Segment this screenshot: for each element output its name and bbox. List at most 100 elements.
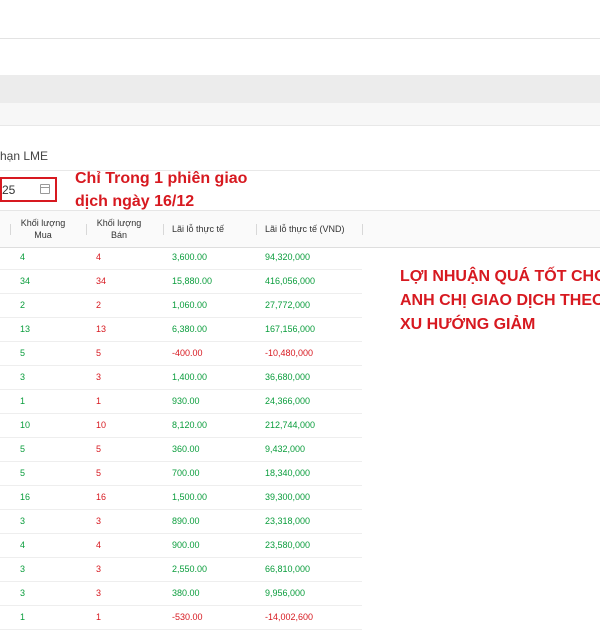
realized-pl-cell: 2,550.00: [172, 564, 208, 574]
table-row[interactable]: 3 3 2,550.00 66,810,000: [0, 558, 362, 582]
table-row[interactable]: 5 5 -400.00 -10,480,000: [0, 342, 362, 366]
table-row[interactable]: 34 34 15,880.00 416,056,000: [0, 270, 362, 294]
table-row[interactable]: 13 13 6,380.00 167,156,000: [0, 318, 362, 342]
table-row[interactable]: 1 1 930.00 24,366,000: [0, 390, 362, 414]
header-realized-pl[interactable]: Lãi lỗ thực tế: [172, 211, 224, 247]
table-row[interactable]: 3 3 380.00 9,956,000: [0, 582, 362, 606]
realized-pl-vnd-cell: -14,002,600: [265, 612, 314, 622]
realized-pl-vnd-cell: 18,340,000: [265, 468, 311, 478]
calendar-icon[interactable]: [40, 184, 50, 194]
commodity-filter-label[interactable]: hạn LME: [0, 149, 48, 163]
buy-qty-cell: 4: [20, 540, 26, 550]
sell-qty-cell: 10: [96, 420, 107, 430]
buy-qty-cell: 5: [20, 468, 26, 478]
header-sell-qty-line2: Bán: [110, 230, 127, 240]
realized-pl-vnd-cell: 23,580,000: [265, 540, 311, 550]
sell-qty-cell: 1: [96, 612, 102, 622]
buy-qty-cell: 1: [20, 396, 26, 406]
buy-qty-cell: 13: [20, 324, 31, 334]
realized-pl-vnd-cell: 9,432,000: [265, 444, 306, 454]
table-row[interactable]: 1 1 -530.00 -14,002,600: [0, 606, 362, 630]
realized-pl-vnd-cell: 9,956,000: [265, 588, 306, 598]
sell-qty-cell: 2: [96, 300, 102, 310]
column-separator: [163, 224, 164, 235]
realized-pl-vnd-cell: 66,810,000: [265, 564, 311, 574]
realized-pl-cell: 1,060.00: [172, 300, 208, 310]
buy-qty-cell: 16: [20, 492, 31, 502]
realized-pl-cell: 890.00: [172, 516, 200, 526]
sell-qty-cell: 1: [96, 396, 102, 406]
profit-note: LỢI NHUẬN QUÁ TỐT CHO ANH CHỊ GIAO DỊCH …: [400, 265, 600, 337]
column-separator: [256, 224, 257, 235]
table-row[interactable]: 4 4 3,600.00 94,320,000: [0, 246, 362, 270]
buy-qty-cell: 4: [20, 252, 26, 262]
realized-pl-cell: 3,600.00: [172, 252, 208, 262]
table-row[interactable]: 10 10 8,120.00 212,744,000: [0, 414, 362, 438]
buy-qty-cell: 5: [20, 348, 26, 358]
realized-pl-vnd-cell: 167,156,000: [265, 324, 316, 334]
sell-qty-cell: 5: [96, 444, 102, 454]
header-sell-qty-line1: Khối lượng: [96, 218, 142, 228]
sell-qty-cell: 5: [96, 348, 102, 358]
realized-pl-cell: -400.00: [172, 348, 203, 358]
table-row[interactable]: 16 16 1,500.00 39,300,000: [0, 486, 362, 510]
session-note: Chỉ Trong 1 phiên giao dịch ngày 16/12: [75, 167, 275, 213]
top-bar: [0, 0, 600, 39]
realized-pl-vnd-cell: -10,480,000: [265, 348, 314, 358]
sell-qty-cell: 34: [96, 276, 107, 286]
table-row[interactable]: 5 5 700.00 18,340,000: [0, 462, 362, 486]
realized-pl-vnd-cell: 36,680,000: [265, 372, 311, 382]
sell-qty-cell: 3: [96, 516, 102, 526]
sell-qty-cell: 4: [96, 252, 102, 262]
realized-pl-cell: 1,500.00: [172, 492, 208, 502]
buy-qty-cell: 34: [20, 276, 31, 286]
table-row[interactable]: 3 3 890.00 23,318,000: [0, 510, 362, 534]
table-row[interactable]: 4 4 900.00 23,580,000: [0, 534, 362, 558]
column-separator: [10, 224, 11, 235]
realized-pl-cell: 6,380.00: [172, 324, 208, 334]
realized-pl-cell: 1,400.00: [172, 372, 208, 382]
realized-pl-cell: -530.00: [172, 612, 203, 622]
buy-qty-cell: 5: [20, 444, 26, 454]
realized-pl-cell: 360.00: [172, 444, 200, 454]
table-row[interactable]: 5 5 360.00 9,432,000: [0, 438, 362, 462]
header-sell-qty[interactable]: Khối lượng Bán: [88, 211, 150, 247]
table-row[interactable]: 3 3 1,400.00 36,680,000: [0, 366, 362, 390]
panel-header: [0, 75, 600, 103]
sell-qty-cell: 5: [96, 468, 102, 478]
header-buy-qty[interactable]: Khối lượng Mua: [12, 211, 74, 247]
realized-pl-vnd-cell: 24,366,000: [265, 396, 311, 406]
sell-qty-cell: 3: [96, 588, 102, 598]
realized-pl-vnd-cell: 212,744,000: [265, 420, 316, 430]
table-row[interactable]: 2 2 1,060.00 27,772,000: [0, 294, 362, 318]
realized-pl-cell: 900.00: [172, 540, 200, 550]
buy-qty-cell: 3: [20, 588, 26, 598]
header-realized-pl-vnd[interactable]: Lãi lỗ thực tế (VND): [265, 211, 345, 247]
sell-qty-cell: 3: [96, 564, 102, 574]
realized-pl-vnd-cell: 416,056,000: [265, 276, 316, 286]
realized-pl-cell: 8,120.00: [172, 420, 208, 430]
sell-qty-cell: 4: [96, 540, 102, 550]
sell-qty-cell: 16: [96, 492, 107, 502]
buy-qty-cell: 10: [20, 420, 31, 430]
column-separator: [86, 224, 87, 235]
realized-pl-vnd-cell: 94,320,000: [265, 252, 311, 262]
buy-qty-cell: 3: [20, 516, 26, 526]
header-buy-qty-line1: Khối lượng: [20, 218, 66, 228]
profit-note-line1: LỢI NHUẬN QUÁ TỐT CHO: [400, 268, 600, 285]
date-value: 25: [2, 183, 16, 197]
realized-pl-cell: 15,880.00: [172, 276, 213, 286]
buy-qty-cell: 3: [20, 564, 26, 574]
buy-qty-cell: 3: [20, 372, 26, 382]
realized-pl-cell: 380.00: [172, 588, 200, 598]
column-separator: [362, 224, 363, 235]
buy-qty-cell: 2: [20, 300, 26, 310]
table-header: Khối lượng Mua Khối lượng Bán Lãi lỗ thự…: [0, 210, 600, 248]
sell-qty-cell: 13: [96, 324, 107, 334]
date-picker-field[interactable]: 25: [0, 177, 57, 202]
profit-note-line2: ANH CHỊ GIAO DỊCH THEO: [400, 292, 600, 309]
realized-pl-vnd-cell: 39,300,000: [265, 492, 311, 502]
realized-pl-cell: 700.00: [172, 468, 200, 478]
realized-pl-cell: 930.00: [172, 396, 200, 406]
profit-note-line3: XU HƯỚNG GIẢM: [400, 316, 536, 333]
